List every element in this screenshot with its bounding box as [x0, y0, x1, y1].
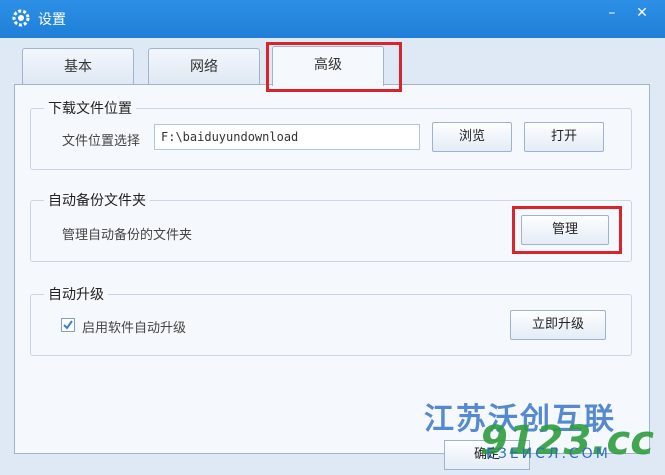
- tab-highlight-box: [266, 42, 402, 92]
- download-path-label: 文件位置选择: [62, 134, 141, 149]
- browse-button[interactable]: 浏览: [432, 122, 512, 152]
- download-path-input[interactable]: [154, 124, 420, 150]
- upgrade-group-title: 自动升级: [44, 284, 108, 304]
- auto-upgrade-label: 启用软件自动升级: [82, 321, 187, 336]
- watermark-logo: 江苏沃创互联 9123.cc ЕЗЕИСЛ.СОМ: [424, 388, 665, 475]
- tab-basic[interactable]: 基本: [22, 48, 134, 84]
- window-controls: – ✕: [599, 2, 655, 24]
- upgrade-now-button[interactable]: 立即升级: [510, 310, 606, 340]
- backup-group-title: 自动备份文件夹: [44, 190, 150, 210]
- tab-network[interactable]: 网络: [148, 48, 260, 84]
- title-bar: 设置 – ✕: [0, 0, 665, 38]
- window-title: 设置: [38, 12, 66, 28]
- minimize-button[interactable]: –: [599, 2, 625, 24]
- gear-icon: [12, 9, 30, 27]
- backup-label: 管理自动备份的文件夹: [62, 228, 193, 243]
- watermark-text-bottom: ЕЗЕИСЛ.СОМ: [486, 446, 611, 462]
- auto-upgrade-checkbox[interactable]: [61, 318, 75, 332]
- manage-highlight-box: [512, 206, 622, 254]
- download-group-title: 下载文件位置: [44, 98, 136, 118]
- close-button[interactable]: ✕: [629, 2, 655, 24]
- open-button[interactable]: 打开: [524, 122, 604, 152]
- checkmark-icon: [63, 320, 73, 330]
